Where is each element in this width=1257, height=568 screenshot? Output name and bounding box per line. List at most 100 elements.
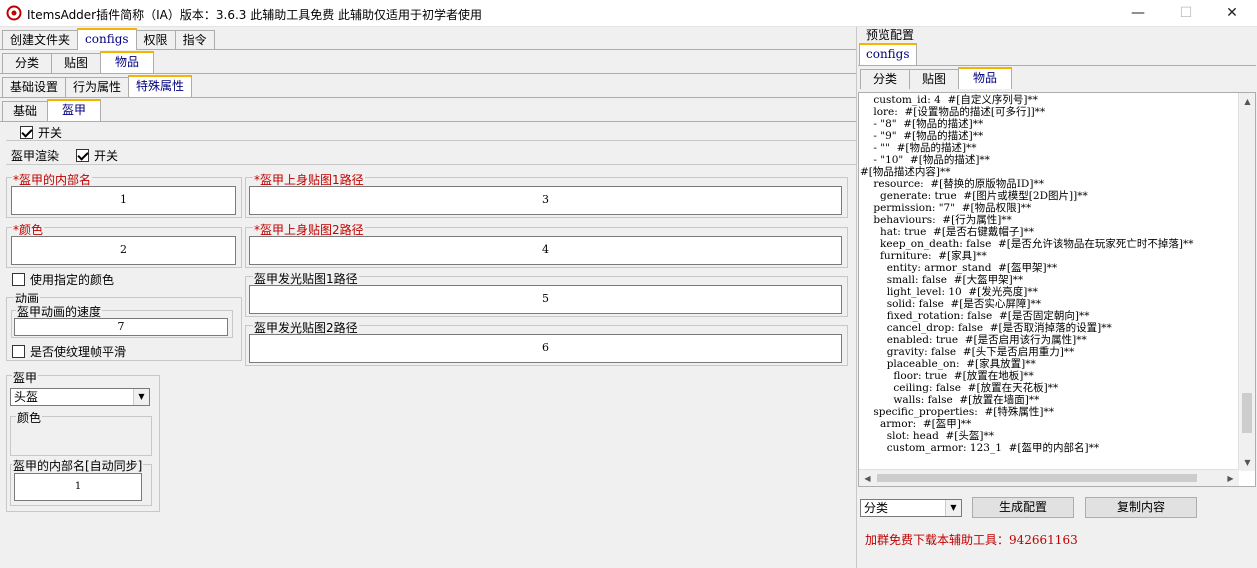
preview-tab-configs[interactable]: configs <box>859 43 917 65</box>
code-line: armor: #[盔甲]** <box>860 418 972 430</box>
separator <box>6 140 856 141</box>
code-line: furniture: #[家具]** <box>860 250 987 262</box>
anim-speed-input[interactable]: 7 <box>14 318 228 336</box>
maximize-button[interactable]: ☐ <box>1163 0 1209 27</box>
sub-tabs-divider <box>0 73 856 74</box>
use-color-checkbox[interactable] <box>12 273 25 286</box>
armor-toggle[interactable]: 开关 <box>20 124 62 141</box>
chevron-down-icon[interactable]: ▼ <box>133 389 149 405</box>
render-toggle-label: 开关 <box>94 149 119 163</box>
preview-tab-item[interactable]: 物品 <box>958 67 1013 89</box>
tab-basic-settings[interactable]: 基础设置 <box>2 77 67 97</box>
category-select-value: 分类 <box>864 501 889 515</box>
preview-title: 预览配置 <box>866 28 915 42</box>
code-line: keep_on_death: false #[是否允许该物品在玩家死亡时不掉落]… <box>860 238 1194 250</box>
glow1-input[interactable]: 5 <box>249 285 842 314</box>
code-line: fixed_rotation: false #[是否固定朝向]** <box>860 310 1090 322</box>
tab-permissions[interactable]: 权限 <box>135 30 176 50</box>
special-tabs: 基础 盔甲 <box>2 99 102 121</box>
code-line: - "9" #[物品的描述]** <box>860 130 984 142</box>
sync-name-label: 盔甲的内部名[自动同步] <box>12 457 144 474</box>
close-button[interactable]: ✕ <box>1209 0 1255 27</box>
code-line: hat: true #[是否右键戴帽子]** <box>860 226 1035 238</box>
code-line: resource: #[替换的原版物品ID]** <box>860 178 1044 190</box>
tab-category[interactable]: 分类 <box>2 53 53 73</box>
preview-sub-tabs: 分类 贴图 物品 <box>860 67 1013 89</box>
generate-config-button[interactable]: 生成配置 <box>972 497 1074 518</box>
preview-tabs-divider <box>858 65 1256 66</box>
tab-behaviour[interactable]: 行为属性 <box>65 77 130 97</box>
code-line: ceiling: false #[放置在天花板]** <box>860 382 1059 394</box>
smooth-label: 是否使纹理帧平滑 <box>30 345 127 359</box>
tab-special-armor[interactable]: 盔甲 <box>47 99 102 121</box>
tab-configs[interactable]: configs <box>77 28 137 50</box>
code-line: behaviours: #[行为属性]** <box>860 214 1012 226</box>
code-line: - "" #[物品的描述]** <box>860 142 977 154</box>
main-tabs: 创建文件夹 configs 权限 指令 <box>2 28 215 50</box>
render-toggle[interactable]: 开关 <box>76 147 118 164</box>
scroll-right-icon[interactable]: ▶ <box>1222 470 1239 486</box>
code-line: permission: "7" #[物品权限]** <box>860 202 1032 214</box>
code-line: light_level: 10 #[发光亮度]** <box>860 286 1038 298</box>
scroll-thumb[interactable] <box>1242 393 1252 433</box>
code-line: lore: #[设置物品的描述[可多行]]** <box>860 106 1046 118</box>
special-tabs-divider <box>0 121 856 122</box>
tab-texture[interactable]: 贴图 <box>51 53 102 73</box>
category-select[interactable]: 分类 ▼ <box>860 499 962 517</box>
color-input[interactable]: 2 <box>11 236 236 265</box>
armor-slot-value: 头盔 <box>14 390 39 404</box>
upper1-input[interactable]: 3 <box>249 186 842 215</box>
app-icon <box>6 5 22 21</box>
tab-special[interactable]: 特殊属性 <box>128 75 193 97</box>
vertical-scrollbar[interactable]: ▲ ▼ <box>1238 93 1255 471</box>
tab-item[interactable]: 物品 <box>100 51 155 73</box>
scroll-up-icon[interactable]: ▲ <box>1239 93 1255 110</box>
pane-divider[interactable] <box>856 27 857 568</box>
scroll-thumb-horizontal[interactable] <box>877 474 1197 482</box>
item-tabs: 基础设置 行为属性 特殊属性 <box>2 75 193 97</box>
config-preview-text[interactable]: custom_id: 4 #[自定义序列号]** lore: #[设置物品的描述… <box>858 92 1256 487</box>
preview-tab-category[interactable]: 分类 <box>860 69 911 89</box>
chevron-down-icon[interactable]: ▼ <box>945 500 961 516</box>
code-line: entity: armor_stand #[盔甲架]** <box>860 262 1058 274</box>
code-line: custom_armor: 123_1 #[盔甲的内部名]** <box>860 442 1100 454</box>
armor-toggle-checkbox[interactable] <box>20 126 33 139</box>
smooth-toggle[interactable]: 是否使纹理帧平滑 <box>12 343 126 360</box>
tab-special-basic[interactable]: 基础 <box>2 101 49 121</box>
armor-slot-select[interactable]: 头盔 ▼ <box>10 388 150 406</box>
preview-main-tabs: configs <box>859 43 917 65</box>
promo-text: 加群免费下载本辅助工具：942661163 <box>865 533 1078 547</box>
glow2-input[interactable]: 6 <box>249 334 842 363</box>
use-color-toggle[interactable]: 使用指定的颜色 <box>12 271 114 288</box>
code-line: walls: false #[放置在墙面]** <box>860 394 1040 406</box>
code-line: generate: true #[图片或模型[2D图片]]** <box>860 190 1088 202</box>
code-line: - "10" #[物品的描述]** <box>860 154 990 166</box>
code-line: gravity: false #[头下是否启用重力]** <box>860 346 1075 358</box>
separator <box>6 164 856 165</box>
render-toggle-checkbox[interactable] <box>76 149 89 162</box>
code-line: slot: head #[头盔]** <box>860 430 994 442</box>
minimize-button[interactable]: — <box>1115 0 1161 27</box>
scroll-down-icon[interactable]: ▼ <box>1239 454 1255 471</box>
config-code[interactable]: custom_id: 4 #[自定义序列号]** lore: #[设置物品的描述… <box>860 93 1240 471</box>
smooth-checkbox[interactable] <box>12 345 25 358</box>
code-line: specific_properties: #[特殊属性]** <box>860 406 1054 418</box>
code-line: - "8" #[物品的描述]** <box>860 118 984 130</box>
horizontal-scrollbar[interactable]: ◀ ▶ <box>859 469 1239 486</box>
preview-tab-texture[interactable]: 贴图 <box>909 69 960 89</box>
upper2-input[interactable]: 4 <box>249 236 842 265</box>
code-line: cancel_drop: false #[是否取消掉落的设置]** <box>860 322 1112 334</box>
window-title: ItemsAdder插件简称（IA）版本：3.6.3 此辅助工具免费 此辅助仅适… <box>27 8 483 22</box>
code-line: solid: false #[是否实心屏障]** <box>860 298 1041 310</box>
code-line: custom_id: 4 #[自定义序列号]** <box>860 94 1038 106</box>
copy-content-button[interactable]: 复制内容 <box>1085 497 1197 518</box>
code-line: floor: true #[放置在地板]** <box>860 370 1034 382</box>
tab-create-folder[interactable]: 创建文件夹 <box>2 30 79 50</box>
sub-tabs: 分类 贴图 物品 <box>2 51 155 73</box>
sync-name-input: 1 <box>14 473 142 501</box>
scroll-left-icon[interactable]: ◀ <box>859 470 876 486</box>
item-tabs-divider <box>0 97 856 98</box>
code-line: placeable_on: #[家具放置]** <box>860 358 1036 370</box>
internal-name-input[interactable]: 1 <box>11 186 236 215</box>
tab-commands[interactable]: 指令 <box>174 30 215 50</box>
